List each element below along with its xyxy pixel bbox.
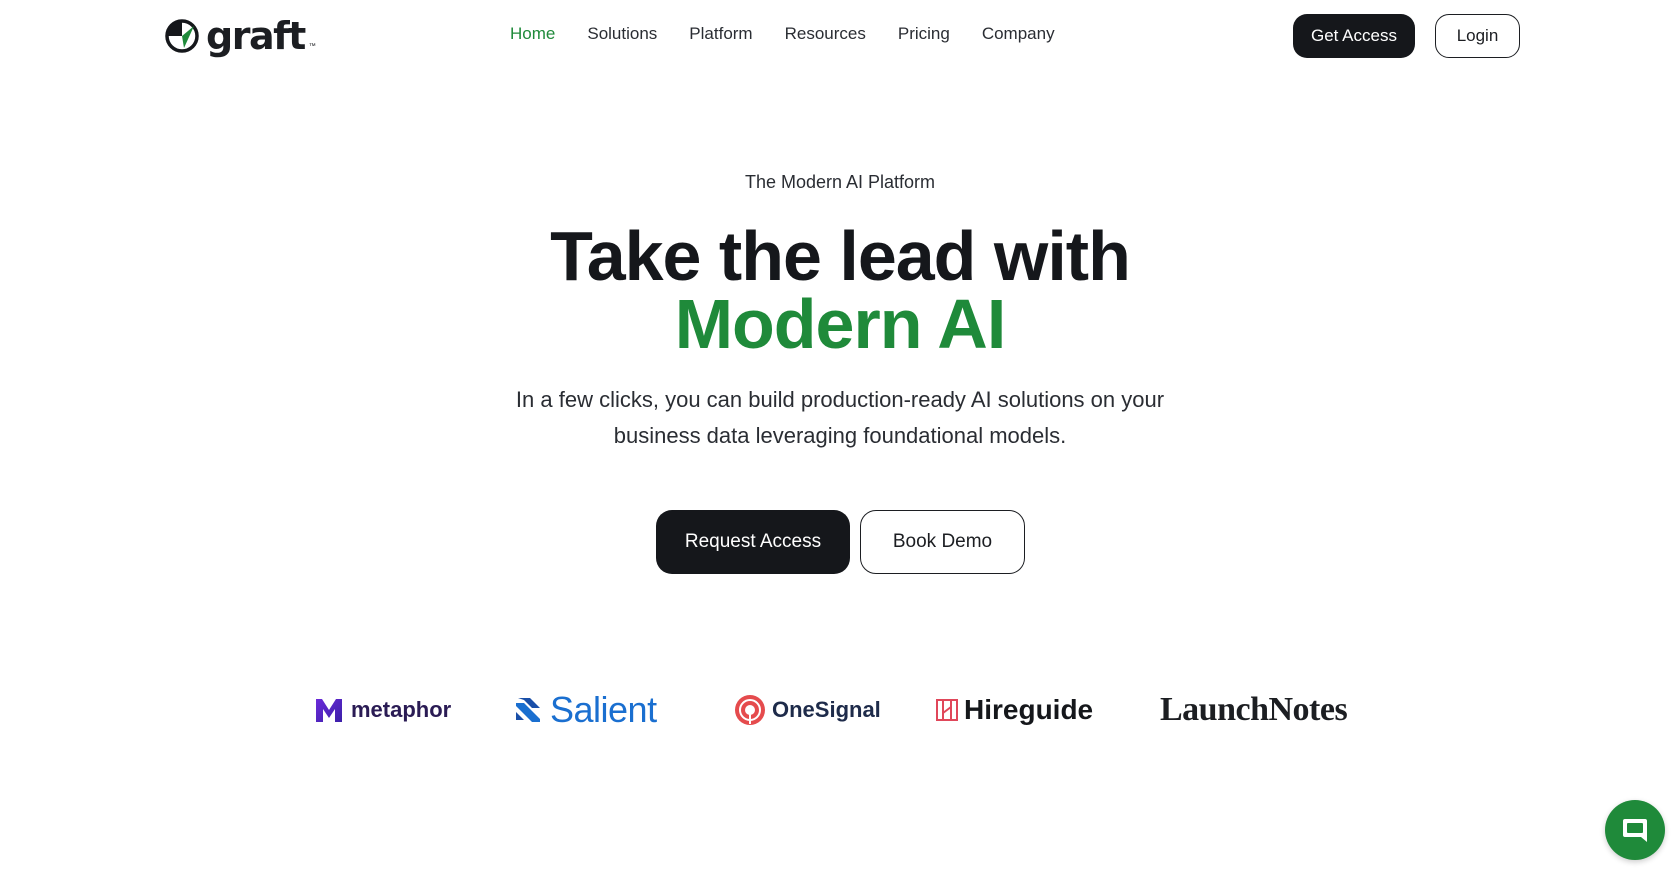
hireguide-logo-text: Hireguide xyxy=(964,694,1094,725)
logo-trademark: ™ xyxy=(308,43,316,50)
nav-link-pricing[interactable]: Pricing xyxy=(898,24,950,44)
metaphor-logo-text: metaphor xyxy=(351,697,452,722)
onesignal-logo: OneSignal xyxy=(734,690,881,730)
nav-link-company[interactable]: Company xyxy=(982,24,1055,44)
hero-subtitle: In a few clicks, you can build productio… xyxy=(515,387,1165,448)
chat-widget-button[interactable] xyxy=(1605,800,1665,860)
get-access-button[interactable]: Get Access xyxy=(1293,14,1415,58)
metaphor-logo-icon xyxy=(316,699,342,722)
salient-logo-text: Salient xyxy=(550,689,657,730)
login-button[interactable]: Login xyxy=(1435,14,1520,58)
customer-logos: metaphor Salient OneSignal Hireguide Lau… xyxy=(0,689,1680,730)
salient-logo-icon xyxy=(516,698,540,722)
hero-title: Take the lead with Modern AI xyxy=(0,217,1680,363)
nav-link-resources[interactable]: Resources xyxy=(785,24,866,44)
onesignal-logo-text: OneSignal xyxy=(772,697,881,722)
nav-link-home[interactable]: Home xyxy=(510,24,555,44)
launchnotes-logo-text: LaunchNotes xyxy=(1160,691,1348,728)
graft-logo[interactable]: graft ™ xyxy=(164,14,316,58)
nav-link-solutions[interactable]: Solutions xyxy=(587,24,657,44)
nav-link-platform[interactable]: Platform xyxy=(689,24,752,44)
request-access-button[interactable]: Request Access xyxy=(656,510,850,574)
metaphor-logo: metaphor xyxy=(315,690,451,730)
book-demo-button[interactable]: Book Demo xyxy=(860,510,1025,574)
chat-bubble-icon xyxy=(1623,819,1647,842)
logo-wordmark: graft xyxy=(206,14,306,58)
hireguide-logo-icon xyxy=(936,699,958,721)
launchnotes-logo: LaunchNotes xyxy=(1160,690,1348,730)
graft-logo-icon xyxy=(165,19,199,53)
hero-title-line1: Take the lead with xyxy=(550,217,1131,295)
onesignal-logo-icon xyxy=(735,695,765,725)
hireguide-logo: Hireguide xyxy=(936,690,1093,730)
hero-title-line2: Modern AI xyxy=(674,285,1007,363)
salient-logo: Salient xyxy=(514,689,657,730)
top-navigation: graft ™ Home Solutions Platform Resource… xyxy=(0,0,1680,72)
nav-links: Home Solutions Platform Resources Pricin… xyxy=(510,24,1055,44)
hero-eyebrow: The Modern AI Platform xyxy=(744,172,936,192)
